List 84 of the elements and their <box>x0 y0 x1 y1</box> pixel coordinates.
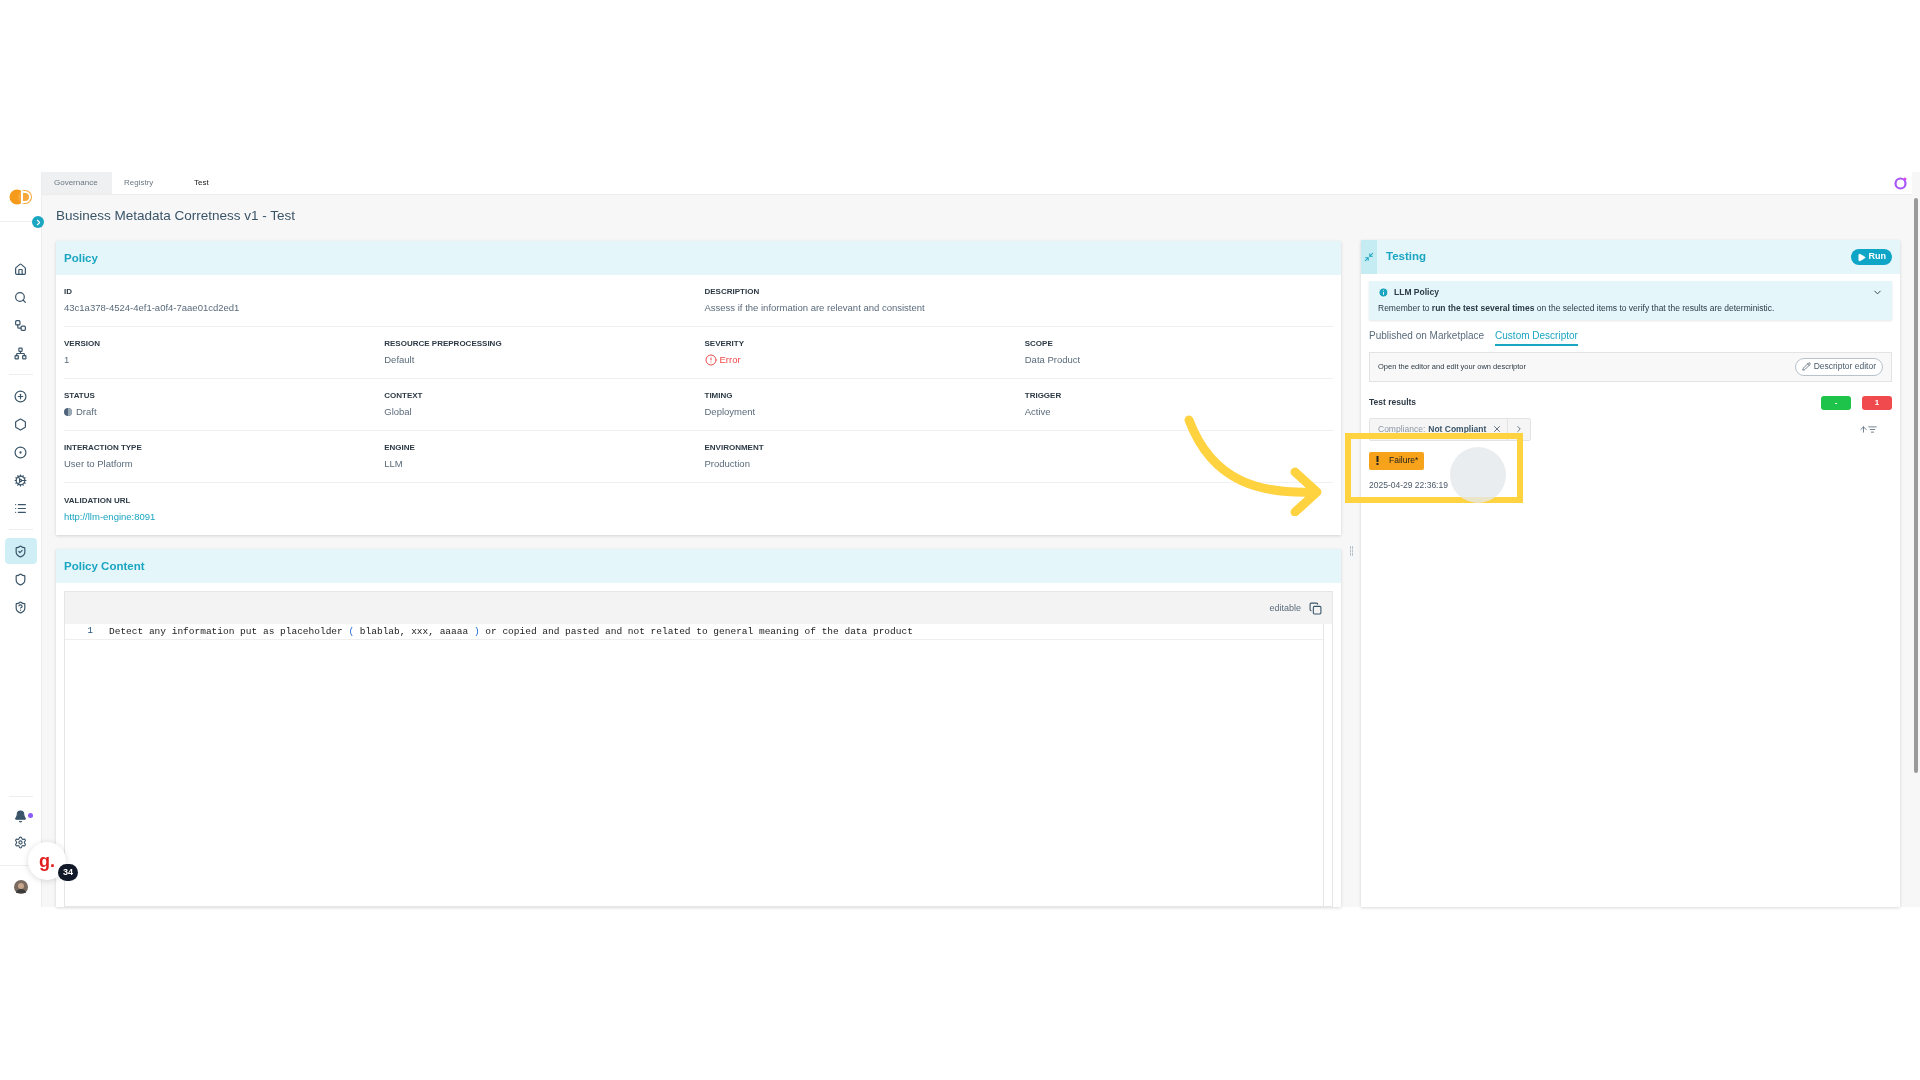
list-icon <box>14 501 27 515</box>
network-icon <box>14 346 27 360</box>
field-label: TIMING <box>704 390 734 403</box>
field-label: VERSION <box>64 338 101 351</box>
sidebar-item[interactable] <box>4 538 37 564</box>
field-label: ENGINE <box>384 442 416 455</box>
avatar[interactable] <box>13 879 28 894</box>
tab[interactable]: Custom Descriptor <box>1495 327 1578 346</box>
page-title: Business Metadata Corretness v1 - Test <box>56 207 297 225</box>
arrow-up-icon[interactable] <box>1859 424 1868 434</box>
shield-check-icon <box>14 544 27 558</box>
field-label: INTERACTION TYPE <box>64 442 143 455</box>
validation-url-link[interactable]: http://llm-engine:8091 <box>64 510 156 522</box>
scrollbar[interactable] <box>1914 198 1918 773</box>
field-value: Data Product <box>1024 354 1081 366</box>
bell-icon[interactable] <box>14 809 27 823</box>
field-value: Error <box>719 353 741 368</box>
field-value: Production <box>704 458 750 470</box>
collapse-icon <box>1364 252 1374 262</box>
search-icon <box>14 290 27 304</box>
breadcrumb-item[interactable]: Test <box>182 172 252 194</box>
filter-label: Compliance: <box>1378 422 1426 436</box>
copy-icon[interactable] <box>1309 601 1322 615</box>
descriptor-editor-button[interactable]: Descriptor editor <box>1794 357 1883 376</box>
panel-title: Testing <box>1386 249 1427 265</box>
line-number: 1 <box>86 625 93 638</box>
home-icon <box>14 262 27 276</box>
logo-icon <box>8 188 33 205</box>
shield-question-icon <box>14 600 27 614</box>
field-value: Draft <box>76 405 97 420</box>
field-value: LLM <box>384 458 403 470</box>
field-value: User to Platform <box>64 458 133 470</box>
shield-icon <box>14 572 27 586</box>
alert-title: LLM Policy <box>1394 286 1439 299</box>
pencil-icon <box>1801 362 1811 371</box>
guide-logo: g. <box>39 852 55 870</box>
panel-title: Policy <box>64 250 98 266</box>
field-value: Assess if the information are relevant and consistent <box>704 302 925 314</box>
editable-label: editable <box>1269 601 1301 615</box>
play-icon <box>1856 252 1866 262</box>
expand-button[interactable] <box>32 216 44 228</box>
result-counter: - <box>1821 395 1851 410</box>
settings-icon[interactable] <box>14 835 27 849</box>
section-title: Test results <box>1369 396 1417 409</box>
draft-status-icon <box>64 408 72 417</box>
field-value: Global <box>384 406 412 418</box>
field-label: DESCRIPTION <box>704 286 761 299</box>
cog-icon <box>14 473 27 487</box>
code-line: Detect any information put as placeholder ( blablab, xxx, aaaaa ) or copied and pasted and not related to general meaning of the data product <box>109 624 913 639</box>
failure-badge: Failure* <box>1369 451 1425 470</box>
field-label: ID <box>64 286 73 299</box>
resize-handle[interactable] <box>1349 545 1353 556</box>
field-label: RESOURCE PREPROCESSING <box>384 338 503 351</box>
result-time: 2025-04-29 22:36:19 <box>1369 478 1448 492</box>
field-label: ENVIRONMENT <box>704 442 765 455</box>
hexagon-icon <box>14 417 27 431</box>
field-label: CONTEXT <box>384 390 424 403</box>
close-icon[interactable] <box>1492 424 1503 434</box>
field-label: SCOPE <box>1024 338 1054 351</box>
field-value: 1 <box>64 354 70 366</box>
field-value: Deployment <box>704 406 756 418</box>
run-button[interactable]: Run <box>1850 249 1892 265</box>
filter-value: Not Compliant <box>1428 422 1487 436</box>
panel-title: Policy Content <box>64 558 145 574</box>
alert-text: Remember to run the test several times on the selected items to verify that the results are deterministic. <box>1378 301 1776 315</box>
error-icon <box>704 354 717 367</box>
plus-circle-icon <box>14 389 27 403</box>
field-label: VALIDATION URL <box>64 494 132 507</box>
field-label: SEVERITY <box>704 338 746 351</box>
assistant-logo-icon[interactable] <box>1894 176 1908 190</box>
info-icon <box>1378 286 1389 298</box>
sort-icon[interactable] <box>1868 424 1877 434</box>
exclamation-icon <box>1376 456 1379 465</box>
field-label: TRIGGER <box>1024 390 1063 403</box>
field-value: 43c1a378-4524-4ef1-a0f4-7aae01cd2ed1 <box>64 302 240 314</box>
result-counter: 1 <box>1862 395 1892 410</box>
breadcrumb-item[interactable]: Governance <box>42 172 112 194</box>
field-value: Default <box>384 354 415 366</box>
field-value: Active <box>1024 406 1051 418</box>
breadcrumb-item[interactable]: Registry <box>112 172 182 194</box>
circle-dot-icon <box>14 445 27 459</box>
workflow-icon <box>14 318 27 332</box>
tab[interactable]: Published on Marketplace <box>1369 327 1485 346</box>
field-label: STATUS <box>64 390 96 403</box>
